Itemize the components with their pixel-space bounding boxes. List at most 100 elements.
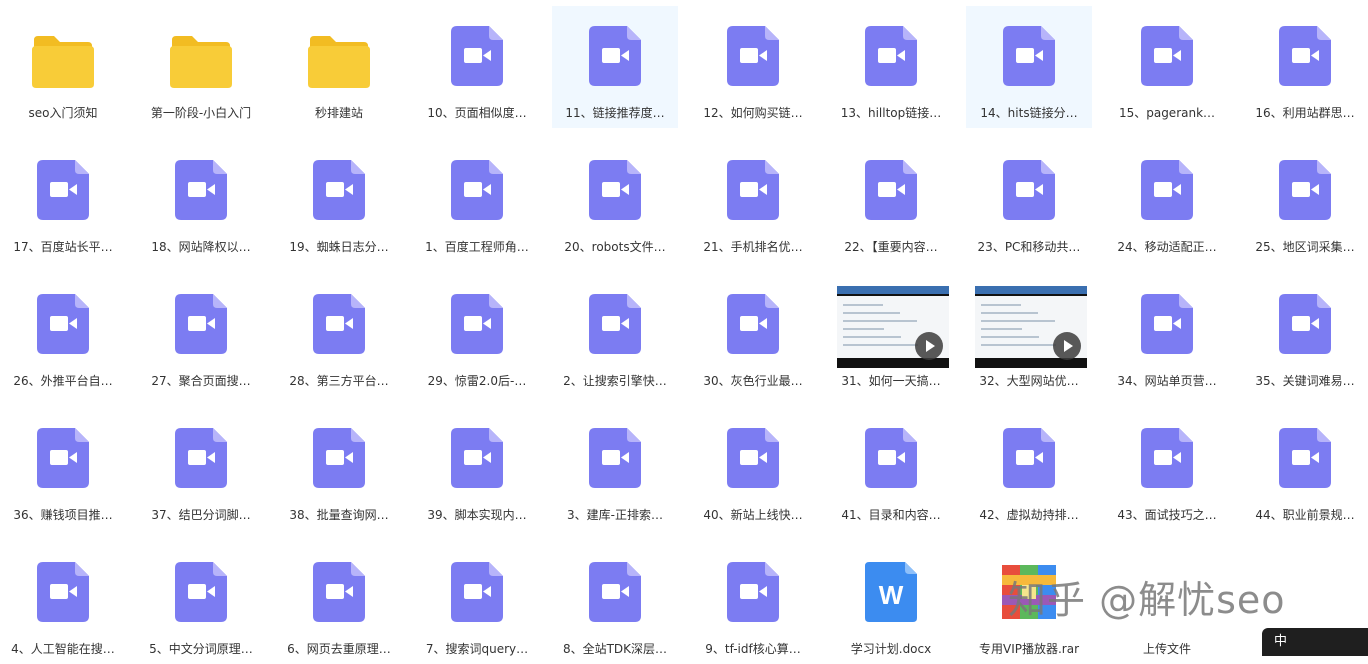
video-file-icon [138,426,264,490]
file-item[interactable]: 31、如何一天搞… [828,274,954,396]
video-file-icon [276,158,402,222]
file-item[interactable]: 21、手机排名优… [690,140,816,262]
file-item[interactable]: 18、网站降权以… [138,140,264,262]
file-item[interactable]: 17、百度站长平… [0,140,126,262]
file-item[interactable]: seo入门须知 [0,6,126,128]
watermark: 知乎 @解忧seo [1000,566,1286,626]
video-file-icon [1104,292,1230,356]
video-file-icon [828,24,954,88]
file-item[interactable]: 14、hits链接分… [966,6,1092,128]
file-name: 4、人工智能在搜… [11,642,115,656]
file-item[interactable]: 32、大型网站优… [966,274,1092,396]
svg-text:W: W [879,580,904,610]
file-name: 9、tf-idf核心算… [705,642,801,656]
file-item[interactable]: 7、搜索词query… [414,542,540,664]
file-name: 29、惊雷2.0后-… [427,374,527,388]
file-item[interactable]: 30、灰色行业最… [690,274,816,396]
file-item[interactable]: 19、蜘蛛日志分… [276,140,402,262]
file-item[interactable]: 40、新站上线快… [690,408,816,530]
file-name: seo入门须知 [28,106,98,120]
video-file-icon [276,426,402,490]
file-item[interactable]: 37、结巴分词脚… [138,408,264,530]
file-item[interactable]: 15、pagerank… [1104,6,1230,128]
file-name: 24、移动适配正… [1117,240,1217,254]
file-item[interactable]: 29、惊雷2.0后-… [414,274,540,396]
video-thumbnail[interactable] [975,286,1087,368]
file-item[interactable]: 20、robots文件… [552,140,678,262]
file-item[interactable]: W 学习计划.docx [828,542,954,664]
file-name: 34、网站单页营… [1117,374,1217,388]
file-name: 13、hilltop链接… [840,106,942,120]
play-icon [1053,332,1081,360]
video-file-icon [552,560,678,624]
word-document-icon: W [828,560,954,624]
file-item[interactable]: 27、聚合页面搜… [138,274,264,396]
file-name: 17、百度站长平… [13,240,113,254]
file-item[interactable]: 24、移动适配正… [1104,140,1230,262]
video-file-icon [1242,292,1368,356]
watermark-text: 知乎 @解忧seo [1008,577,1286,622]
file-name: 10、页面相似度… [427,106,527,120]
file-name: 36、赚钱项目推… [13,508,113,522]
file-item[interactable]: 42、虚拟劫持排… [966,408,1092,530]
video-thumbnail[interactable] [837,286,949,368]
file-name: 23、PC和移动共… [977,240,1081,254]
file-name: 19、蜘蛛日志分… [289,240,389,254]
play-icon [915,332,943,360]
file-name: 20、robots文件… [564,240,666,254]
file-item[interactable]: 39、脚本实现内… [414,408,540,530]
video-file-icon [1242,426,1368,490]
file-item[interactable]: 5、中文分词原理… [138,542,264,664]
file-item[interactable]: 3、建库-正排索… [552,408,678,530]
file-name: 43、面试技巧之… [1117,508,1217,522]
file-item[interactable]: 41、目录和内容… [828,408,954,530]
video-file-icon [552,292,678,356]
file-item[interactable]: 1、百度工程师角… [414,140,540,262]
file-item[interactable]: 2、让搜索引擎快… [552,274,678,396]
folder-icon [138,30,264,94]
file-item[interactable]: 25、地区词采集… [1242,140,1368,262]
file-name: 21、手机排名优… [703,240,803,254]
video-file-icon [0,426,126,490]
file-item[interactable]: 35、关键词难易… [1242,274,1368,396]
file-item[interactable]: 秒排建站 [276,6,402,128]
video-file-icon [414,158,540,222]
file-item[interactable]: 34、网站单页营… [1104,274,1230,396]
file-name: 秒排建站 [314,106,363,120]
video-file-icon [552,158,678,222]
file-name: 15、pagerank… [1118,106,1216,120]
file-name: 2、让搜索引擎快… [563,374,667,388]
file-item[interactable]: 36、赚钱项目推… [0,408,126,530]
file-item[interactable]: 22、【重要内容… [828,140,954,262]
video-file-icon [1242,24,1368,88]
file-item[interactable]: 10、页面相似度… [414,6,540,128]
file-item[interactable]: 13、hilltop链接… [828,6,954,128]
file-item[interactable]: 第一阶段-小白入门 [138,6,264,128]
file-item[interactable]: 44、职业前景规… [1242,408,1368,530]
file-item[interactable]: 38、批量查询网… [276,408,402,530]
file-item[interactable]: 16、利用站群思… [1242,6,1368,128]
video-file-icon [414,292,540,356]
file-item[interactable]: 26、外推平台自… [0,274,126,396]
file-item[interactable]: 23、PC和移动共… [966,140,1092,262]
file-name: 41、目录和内容… [841,508,941,522]
file-name: 35、关键词难易… [1255,374,1355,388]
file-item[interactable]: 6、网页去重原理… [276,542,402,664]
file-item[interactable]: 12、如何购买链… [690,6,816,128]
video-file-icon [966,158,1092,222]
file-item[interactable]: 11、链接推荐度… [552,6,678,128]
video-file-icon [690,292,816,356]
file-name: 5、中文分词原理… [149,642,253,656]
file-item[interactable]: 4、人工智能在搜… [0,542,126,664]
file-item[interactable]: 43、面试技巧之… [1104,408,1230,530]
video-file-icon [552,426,678,490]
file-item[interactable]: 9、tf-idf核心算… [690,542,816,664]
file-item[interactable]: 28、第三方平台… [276,274,402,396]
video-file-icon [828,158,954,222]
input-method-badge[interactable]: 中 [1262,628,1368,656]
file-name: 22、【重要内容… [844,240,938,254]
file-name: 37、结巴分词脚… [151,508,251,522]
file-name: 27、聚合页面搜… [151,374,251,388]
video-file-icon [138,158,264,222]
file-item[interactable]: 8、全站TDK深层… [552,542,678,664]
